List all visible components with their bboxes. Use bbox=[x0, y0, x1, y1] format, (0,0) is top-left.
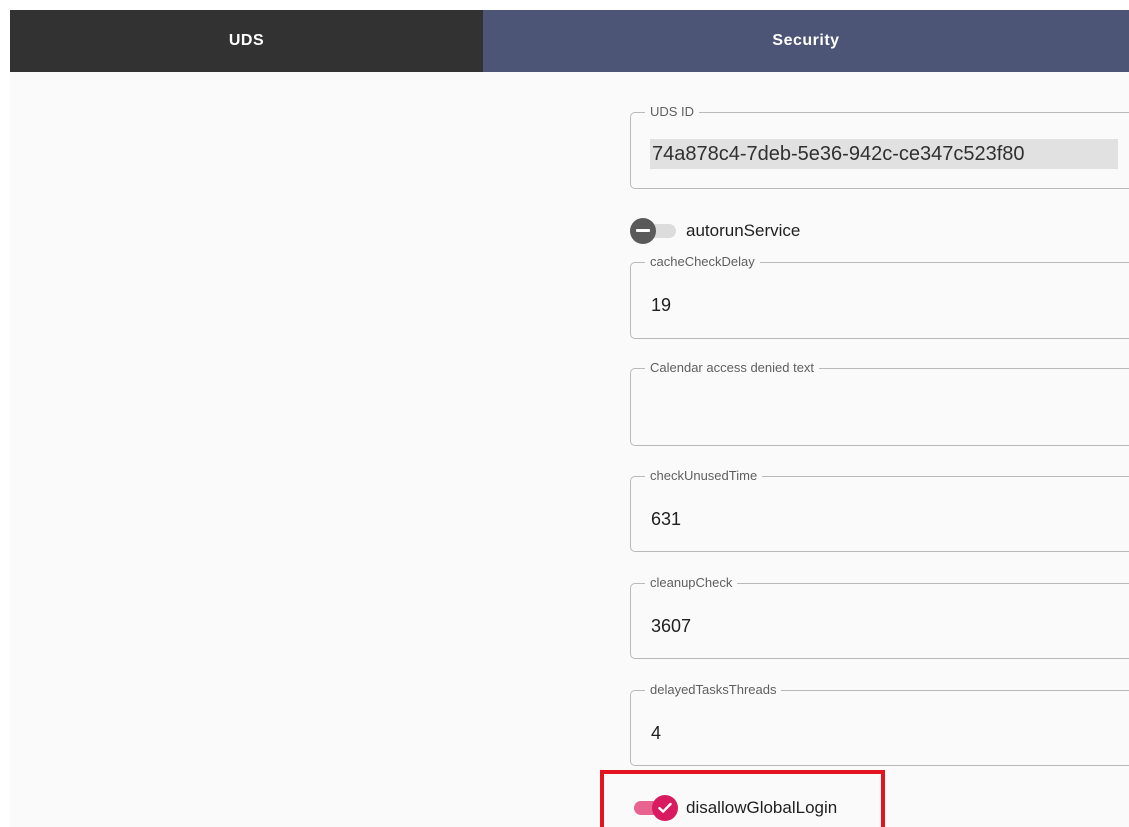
check-unused-time-field[interactable]: checkUnusedTime 631 bbox=[630, 468, 1129, 552]
highlight-box bbox=[600, 770, 885, 827]
cache-check-delay-field[interactable]: cacheCheckDelay 19 bbox=[630, 254, 1129, 339]
calendar-access-denied-field[interactable]: Calendar access denied text bbox=[630, 360, 1129, 446]
uds-id-field[interactable]: UDS ID 74a878c4-7deb-5e36-942c-ce347c523… bbox=[630, 104, 1129, 189]
uds-id-label: UDS ID bbox=[645, 104, 700, 120]
tab-bar: UDS Security bbox=[10, 10, 1129, 72]
app-frame: UDS Security UDS ID 74a878c4-7deb-5e36-9… bbox=[10, 10, 1129, 827]
tab-security[interactable]: Security bbox=[483, 10, 1129, 72]
calendar-access-denied-label: Calendar access denied text bbox=[645, 360, 820, 376]
cleanup-check-label: cleanupCheck bbox=[645, 575, 738, 591]
uds-id-value[interactable]: 74a878c4-7deb-5e36-942c-ce347c523f80 bbox=[650, 139, 1118, 169]
autorun-service-switch[interactable] bbox=[630, 218, 678, 244]
autorun-service-label: autorunService bbox=[686, 221, 801, 240]
cleanup-check-input[interactable]: 3607 bbox=[651, 615, 691, 637]
delayed-tasks-threads-label: delayedTasksThreads bbox=[645, 682, 782, 698]
delayed-tasks-threads-input[interactable]: 4 bbox=[651, 722, 661, 744]
minus-icon bbox=[630, 218, 656, 244]
tab-uds[interactable]: UDS bbox=[10, 10, 483, 72]
cleanup-check-field[interactable]: cleanupCheck 3607 bbox=[630, 575, 1129, 659]
check-unused-time-input[interactable]: 631 bbox=[651, 508, 681, 530]
check-unused-time-label: checkUnusedTime bbox=[645, 468, 763, 484]
autorun-service-toggle[interactable]: autorunService bbox=[630, 218, 800, 244]
cache-check-delay-input[interactable]: 19 bbox=[651, 294, 671, 316]
delayed-tasks-threads-field[interactable]: delayedTasksThreads 4 bbox=[630, 682, 1129, 766]
cache-check-delay-label: cacheCheckDelay bbox=[645, 254, 760, 270]
